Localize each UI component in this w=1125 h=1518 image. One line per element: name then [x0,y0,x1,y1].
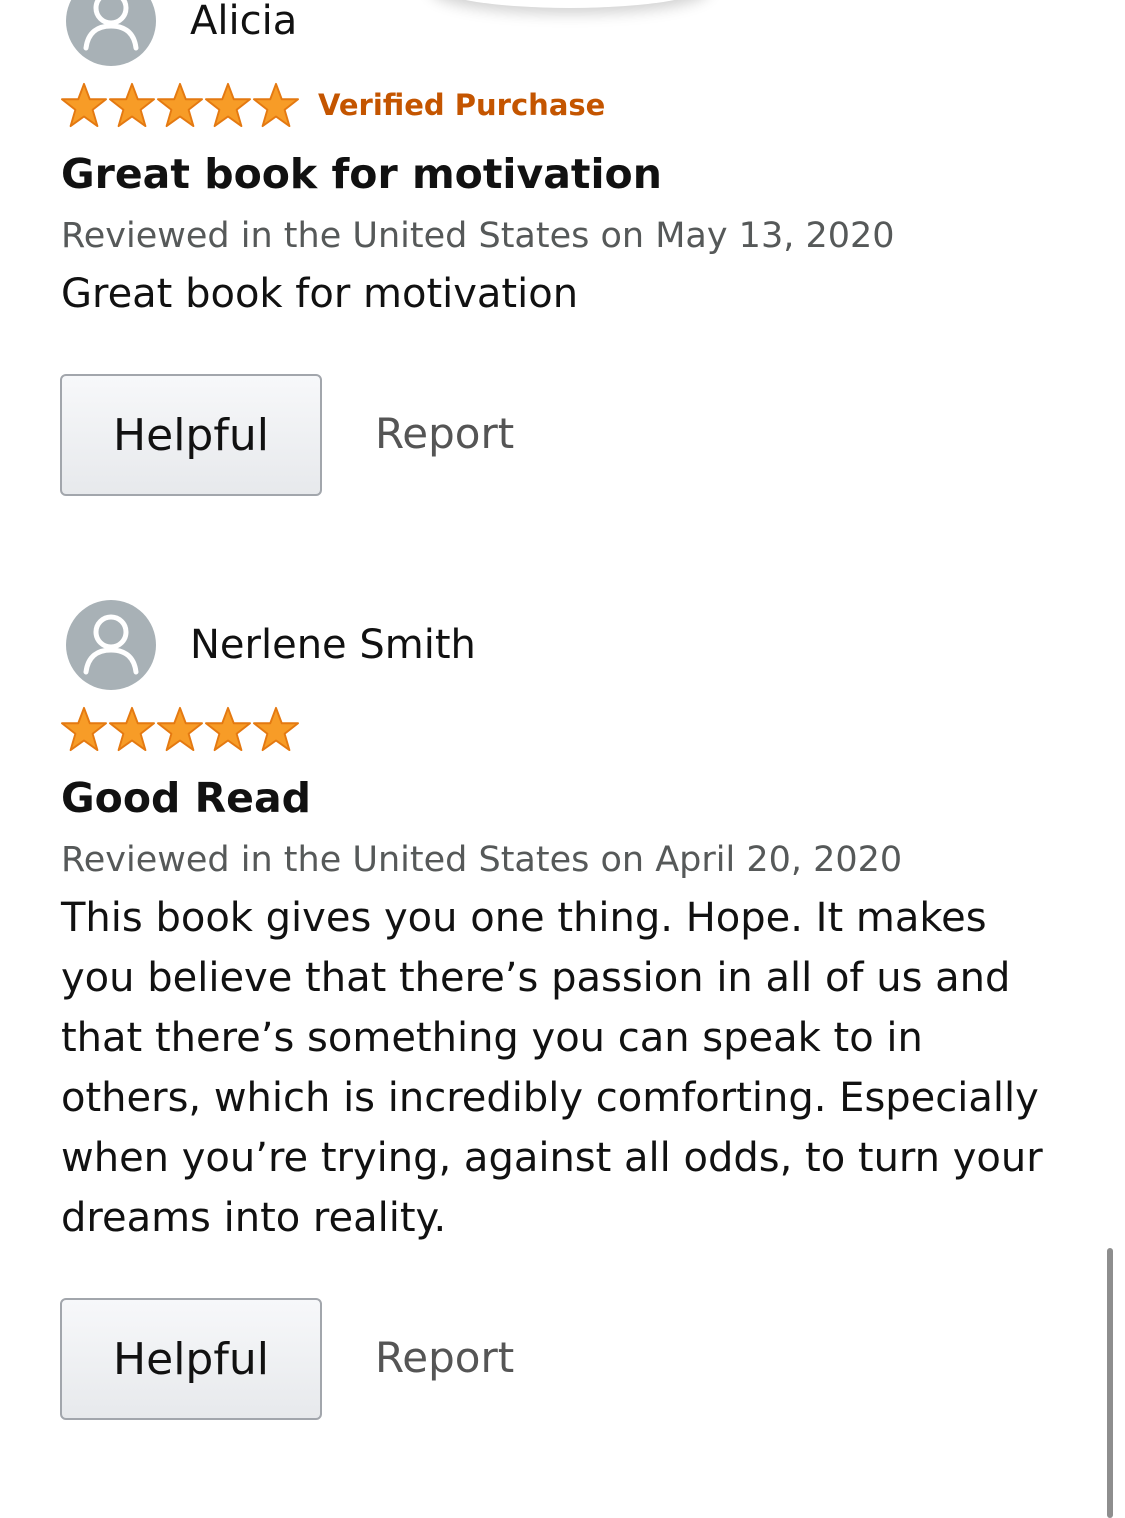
star-icon [60,82,107,128]
report-link[interactable]: Report [375,1333,514,1382]
review-date: Reviewed in the United States on April 2… [61,840,903,880]
star-icon [252,82,299,128]
reviewer-name: Nerlene Smith [190,622,476,668]
review-title: Good Read [61,774,312,822]
rating-row [60,706,300,752]
helpful-button[interactable]: Helpful [60,1298,322,1420]
star-icon [109,706,156,752]
review-title: Great book for motivation [61,150,662,198]
review-body: Great book for motivation [61,271,579,317]
reviewer-profile[interactable]: Alicia [66,0,297,66]
star-icon [204,706,251,752]
avatar-icon [66,0,156,66]
star-rating[interactable] [60,706,300,752]
star-icon [252,706,299,752]
verified-purchase-badge: Verified Purchase [318,88,606,122]
star-icon [60,706,107,752]
star-rating[interactable] [60,82,300,128]
star-icon [109,82,156,128]
overlay-shadow [430,0,710,8]
reviewer-profile[interactable]: Nerlene Smith [66,600,476,690]
avatar-icon [66,600,156,690]
review-body: This book gives you one thing. Hope. It … [61,895,1043,1241]
star-icon [204,82,251,128]
review-date: Reviewed in the United States on May 13,… [61,216,895,256]
helpful-button[interactable]: Helpful [60,374,322,496]
star-icon [156,706,203,752]
report-link[interactable]: Report [375,409,514,458]
reviewer-name: Alicia [190,0,298,44]
scrollbar[interactable] [1107,1248,1113,1518]
star-icon [156,82,203,128]
rating-row: Verified Purchase [60,82,605,128]
